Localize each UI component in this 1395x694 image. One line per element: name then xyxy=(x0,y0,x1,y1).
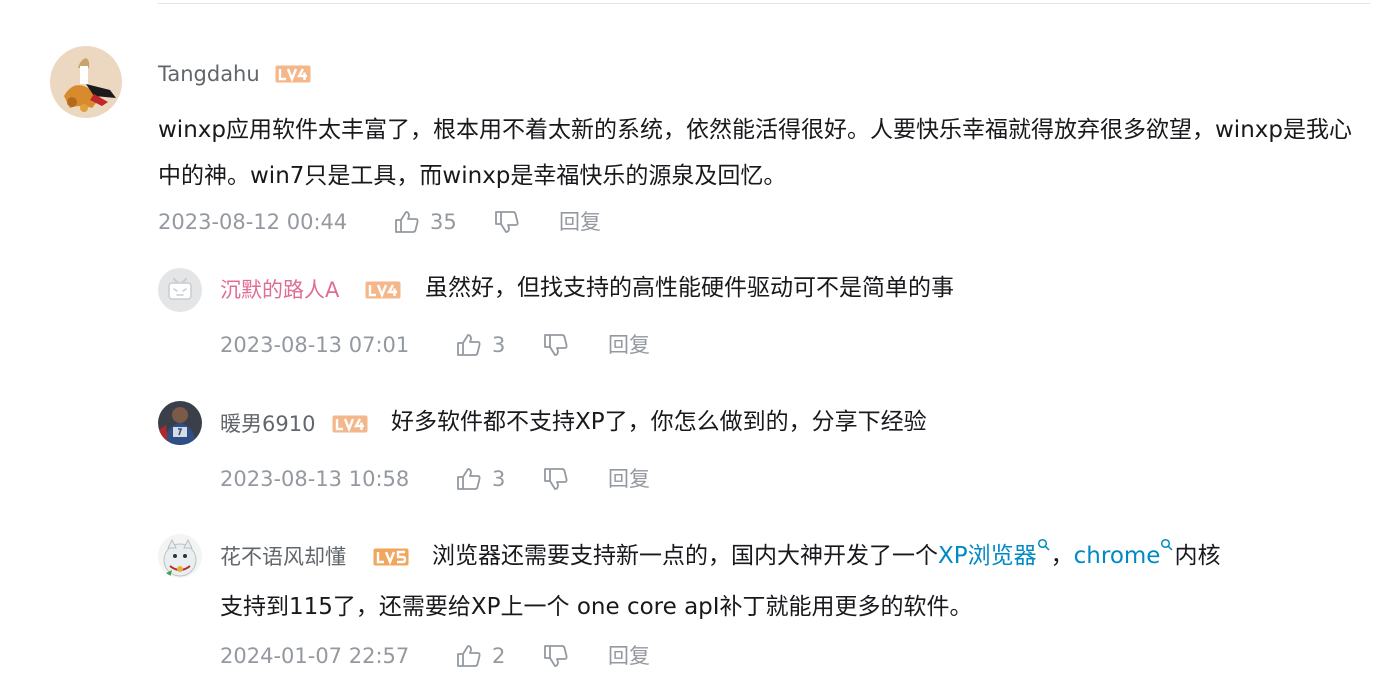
avatar[interactable] xyxy=(158,534,202,578)
like-icon[interactable] xyxy=(456,467,482,491)
reply-meta: 2023-08-13 10:58 3 回复 xyxy=(220,464,700,494)
like-count: 2 xyxy=(492,644,506,668)
level-badge-icon xyxy=(365,281,401,299)
dislike-icon[interactable] xyxy=(543,333,569,357)
like-icon[interactable] xyxy=(456,644,482,668)
reply-content-line: 支持到115了，还需要给XP上一个 one core apI补丁就能用更多的软件… xyxy=(220,594,973,620)
comment-time: 2023-08-12 00:44 xyxy=(158,210,348,234)
avatar[interactable] xyxy=(50,46,122,118)
like-count: 35 xyxy=(430,210,457,234)
top-divider xyxy=(158,3,1370,4)
like-icon[interactable] xyxy=(394,210,420,234)
reply-content: 浏览器还需要支持新一点的，国内大神开发了一个XP浏览器 ，chrome 内核 xyxy=(432,538,1221,570)
reply-button[interactable]: 回复 xyxy=(608,641,650,671)
level-badge-icon xyxy=(332,415,368,433)
avatar[interactable] xyxy=(158,401,202,445)
dislike-icon[interactable] xyxy=(494,210,520,234)
reply-button[interactable]: 回复 xyxy=(608,330,650,360)
avatar[interactable] xyxy=(158,268,202,312)
dislike-icon[interactable] xyxy=(543,467,569,491)
like-count: 3 xyxy=(492,333,506,357)
comment-content: winxp应用软件太丰富了，根本用不着太新的系统，依然能活得很好。人要快乐幸福就… xyxy=(158,117,1352,189)
reply-button[interactable]: 回复 xyxy=(608,464,650,494)
like-count: 3 xyxy=(492,467,506,491)
username[interactable]: 暖男6910 xyxy=(220,410,315,438)
level-badge-icon xyxy=(275,65,311,83)
reply-content: 虽然好，但找支持的高性能硬件驱动可不是简单的事 xyxy=(425,275,954,301)
reply-time: 2023-08-13 10:58 xyxy=(220,467,410,491)
reply-text-segment: 浏览器还需要支持新一点的，国内大神开发了一个 xyxy=(432,543,938,569)
dislike-icon[interactable] xyxy=(543,644,569,668)
like-icon[interactable] xyxy=(456,333,482,357)
reply-time: 2024-01-07 22:57 xyxy=(220,644,410,668)
reply-meta: 2024-01-07 22:57 2 回复 xyxy=(220,641,700,671)
search-link[interactable]: chrome xyxy=(1074,543,1161,569)
search-icon[interactable] xyxy=(1037,538,1051,552)
reply-content: 好多软件都不支持XP了，你怎么做到的，分享下经验 xyxy=(391,409,927,435)
level-badge-icon xyxy=(373,548,409,566)
username[interactable]: Tangdahu xyxy=(158,60,260,88)
reply-meta: 2023-08-13 07:01 3 回复 xyxy=(220,330,700,360)
comment-meta: 2023-08-12 00:44 35 回复 xyxy=(158,207,658,237)
reply-time: 2023-08-13 07:01 xyxy=(220,333,410,357)
reply-text-segment: 内核 xyxy=(1174,543,1221,569)
username[interactable]: 花不语风却懂 xyxy=(220,543,346,571)
reply-button[interactable]: 回复 xyxy=(559,207,601,237)
search-link[interactable]: XP浏览器 xyxy=(938,543,1037,569)
search-icon[interactable] xyxy=(1160,538,1174,552)
username[interactable]: 沉默的路人A xyxy=(220,276,339,304)
reply-text-segment: ， xyxy=(1050,543,1074,569)
